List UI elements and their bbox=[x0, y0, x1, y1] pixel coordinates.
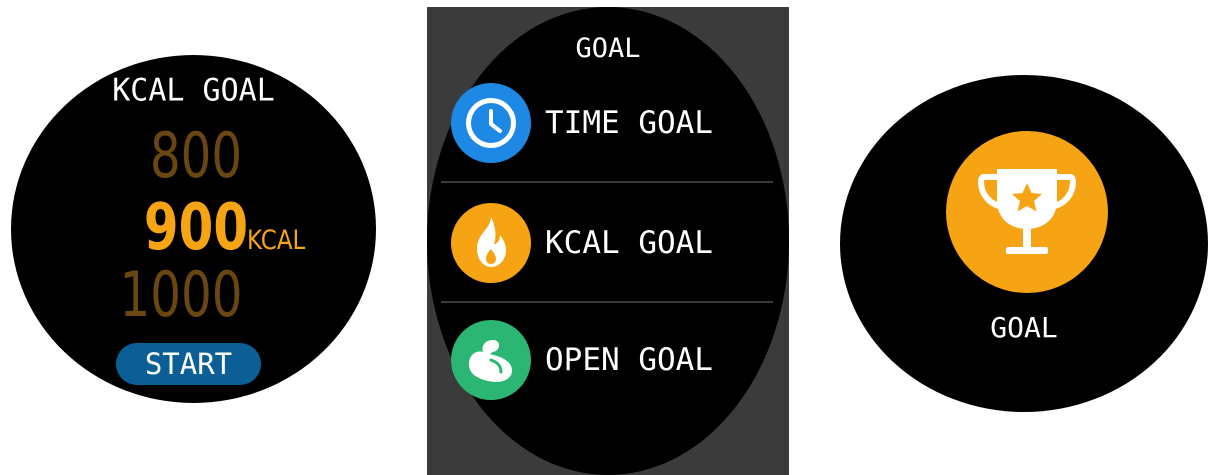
trophy-star-icon bbox=[946, 131, 1108, 293]
goal-item-open-label: OPEN GOAL bbox=[545, 342, 713, 378]
muscle-arm-icon bbox=[451, 320, 531, 400]
flame-icon bbox=[451, 203, 531, 283]
kcal-goal-title: KCAL GOAL bbox=[112, 72, 275, 109]
screenshot-stage: KCAL GOAL 800 900 KCAL 1000 START GOAL T… bbox=[0, 0, 1209, 475]
goal-tile-label: GOAL bbox=[990, 311, 1058, 344]
kcal-goal-screen: KCAL GOAL 800 900 KCAL 1000 START bbox=[11, 55, 376, 403]
goal-item-time-label: TIME GOAL bbox=[545, 105, 713, 141]
kcal-option-800[interactable]: 800 bbox=[134, 119, 259, 192]
goal-item-kcal-label: KCAL GOAL bbox=[545, 225, 713, 261]
clock-icon bbox=[451, 83, 531, 163]
list-divider bbox=[441, 181, 773, 183]
goal-item-open[interactable]: OPEN GOAL bbox=[451, 320, 771, 400]
kcal-option-900-selected[interactable]: 900 bbox=[134, 191, 259, 265]
goal-item-time[interactable]: TIME GOAL bbox=[451, 83, 771, 163]
goal-list-title: GOAL bbox=[575, 33, 641, 64]
list-divider bbox=[441, 301, 773, 303]
goal-tile-screen[interactable]: GOAL bbox=[840, 75, 1208, 412]
goal-item-kcal[interactable]: KCAL GOAL bbox=[451, 203, 771, 283]
kcal-option-1000[interactable]: 1000 bbox=[111, 258, 251, 331]
kcal-unit-label: KCAL bbox=[247, 225, 306, 256]
goal-list-screen: GOAL TIME GOAL KCAL GOAL OPEN GOAL bbox=[427, 7, 789, 475]
start-button[interactable]: START bbox=[116, 343, 261, 385]
